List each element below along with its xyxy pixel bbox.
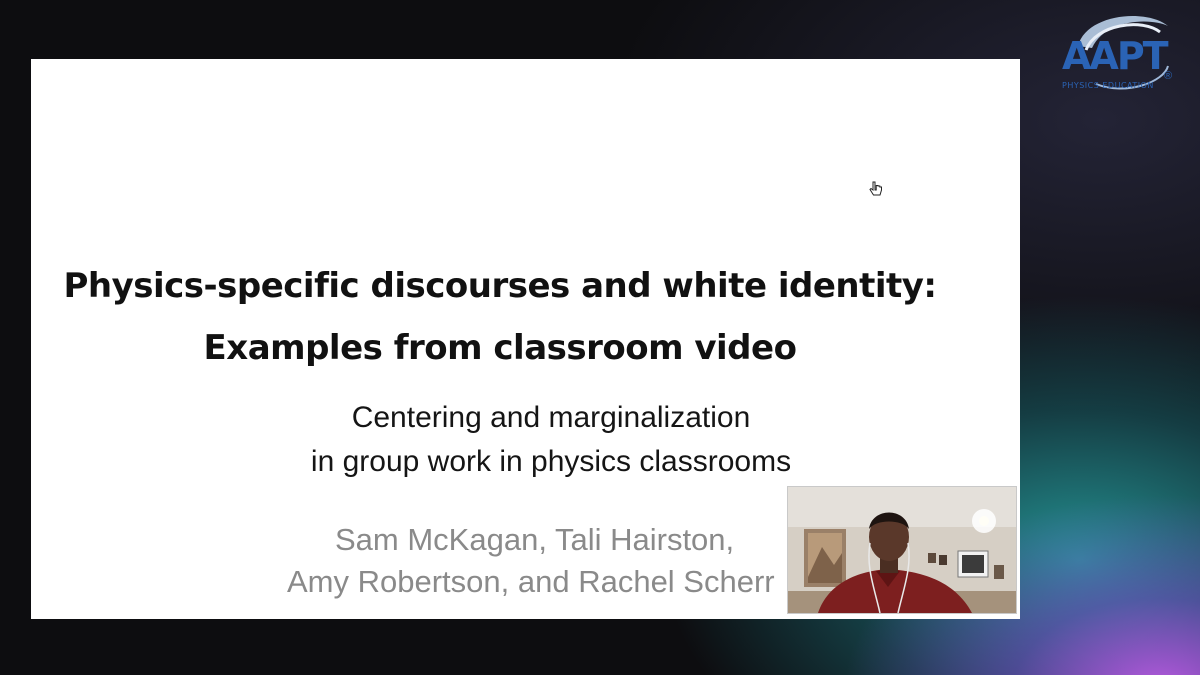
slide-subtitle-line: in group work in physics classrooms — [310, 445, 792, 478]
slide-subtitle: Centering and marginalization in group w… — [201, 396, 901, 484]
slide-title-line: Physics-specific discourses and white id… — [63, 266, 937, 306]
slide-subtitle-line: Centering and marginalization — [351, 401, 751, 434]
slide-title: Physics-specific discourses and white id… — [0, 255, 1000, 379]
logo-tagline: PHYSICS EDUCATION — [1062, 81, 1154, 90]
slide-title-line: Examples from classroom video — [203, 328, 797, 368]
logo-wordmark: AAPT — [1062, 34, 1169, 78]
presenter-webcam-video — [787, 486, 1017, 614]
slide-authors-line: Sam McKagan, Tali Hairston, — [335, 522, 735, 557]
logo-registered-mark: ® — [1164, 70, 1173, 82]
hand-pointer-icon — [869, 181, 883, 197]
slide-authors: Sam McKagan, Tali Hairston, Amy Robertso… — [271, 519, 831, 603]
slide-authors-line: Amy Robertson, and Rachel Scherr — [287, 564, 775, 599]
webcam-frame — [788, 487, 1016, 613]
aapt-logo: AAPT ® PHYSICS EDUCATION — [1056, 10, 1178, 96]
